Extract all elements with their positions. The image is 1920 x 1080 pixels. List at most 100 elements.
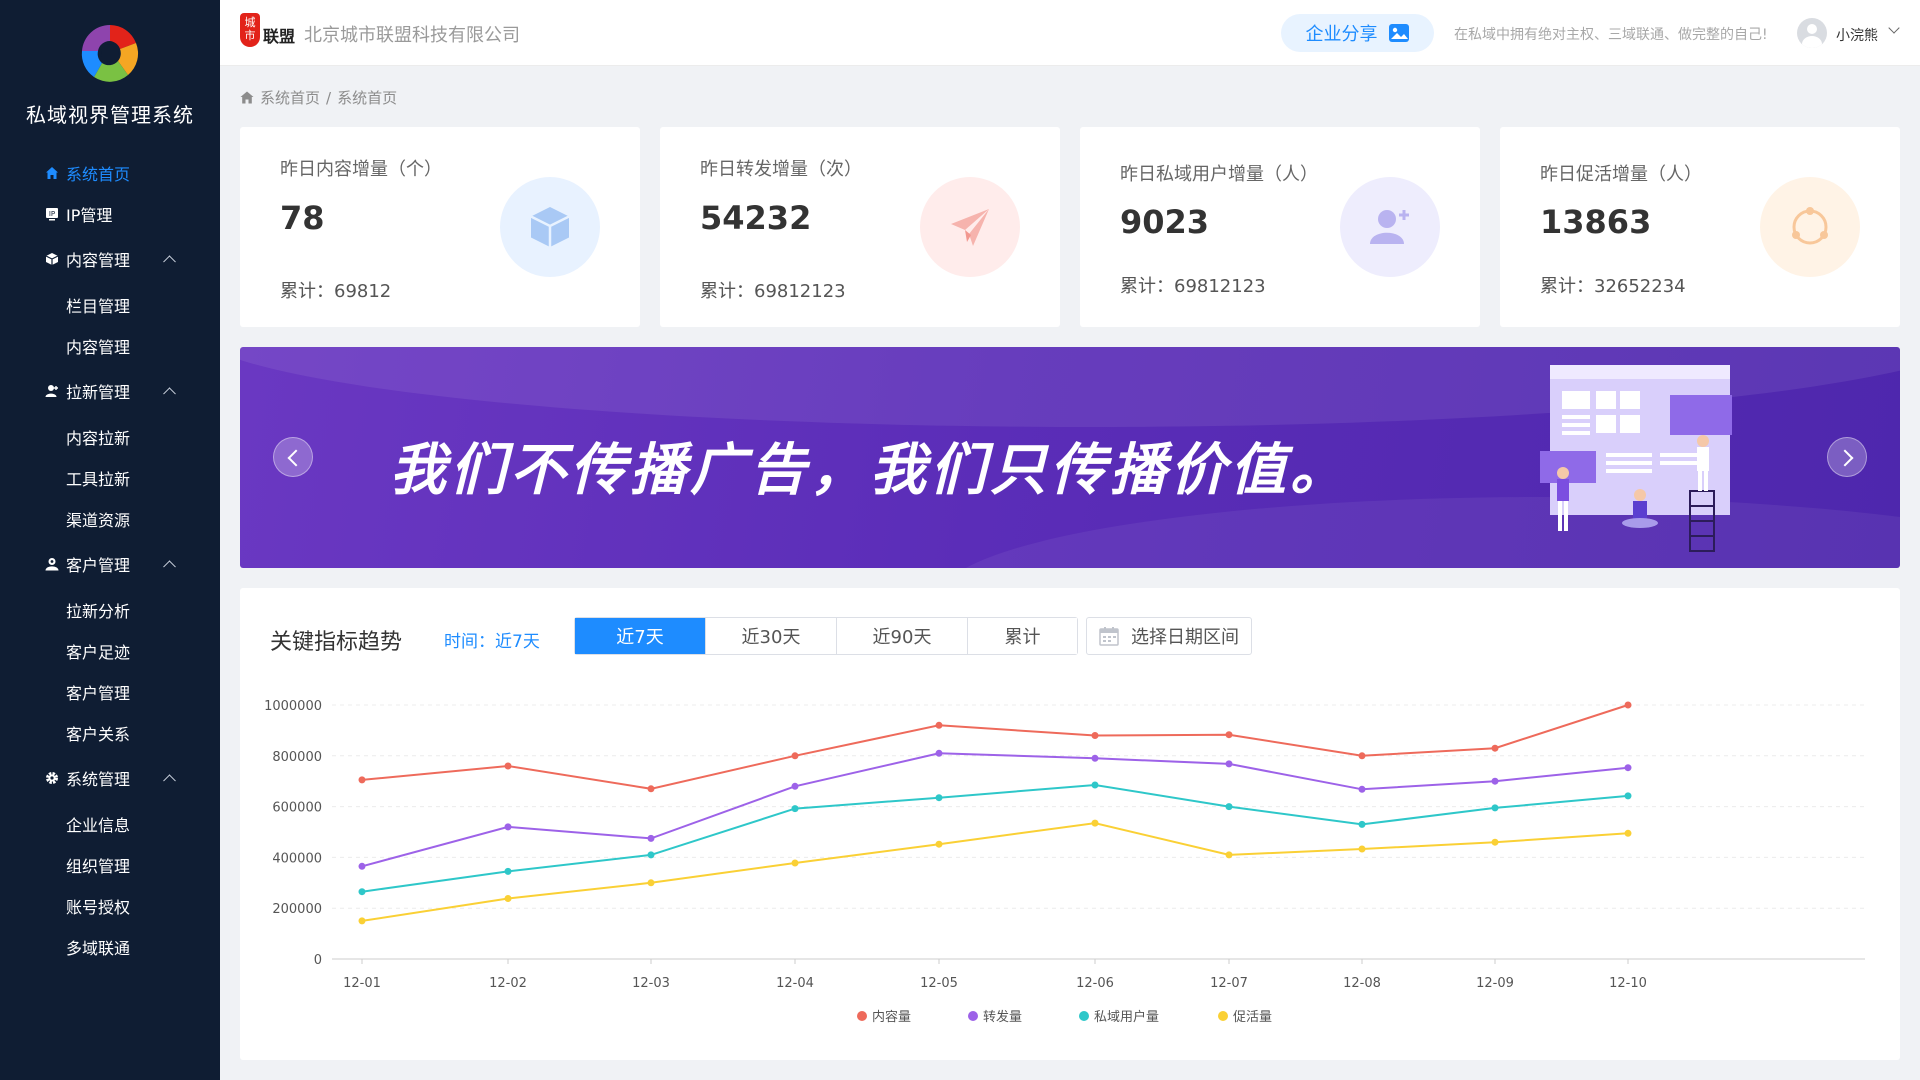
breadcrumb-home[interactable]: 系统首页 — [260, 87, 320, 108]
range-option-30d[interactable]: 近30天 — [706, 618, 837, 654]
trend-title: 关键指标趋势 — [270, 630, 403, 655]
data-point — [1624, 792, 1632, 800]
sidebar-item-column-mgmt[interactable]: 栏目管理 — [0, 284, 220, 325]
x-tick-label: 12-04 — [776, 976, 814, 991]
data-point — [1358, 845, 1366, 853]
share-button[interactable]: 企业分享 — [1281, 14, 1434, 52]
series-line — [361, 783, 1629, 893]
calendar-icon — [1099, 627, 1119, 646]
logo-area: 私域视界管理系统 — [0, 0, 220, 150]
sidebar-item-label: 拉新分析 — [66, 601, 131, 621]
data-point — [1091, 754, 1099, 762]
data-point — [935, 840, 943, 848]
sidebar-group-acquisition[interactable]: 拉新管理 — [0, 366, 220, 416]
legend-label: 转发量 — [983, 1009, 1022, 1025]
sidebar-item-ip[interactable]: IP IP管理 — [0, 193, 220, 234]
sidebar-item-label: IP管理 — [66, 205, 113, 225]
data-point — [647, 834, 655, 842]
date-range-picker[interactable]: 选择日期区间 — [1086, 617, 1252, 655]
legend-label: 促活量 — [1233, 1010, 1272, 1025]
trend-panel: 关键指标趋势 时间：近7天 近7天 近30天 近90天 累计 选择日期区间 0 2… — [240, 588, 1900, 1060]
card-total: 累计：32652234 — [1540, 276, 1686, 297]
data-point — [935, 794, 943, 802]
data-point — [1225, 851, 1233, 859]
sidebar-item-accounts[interactable]: 账号授权 — [0, 885, 220, 926]
x-tick-label: 12-09 — [1476, 976, 1514, 991]
data-point — [647, 785, 655, 793]
sidebar-item-multi-domain[interactable]: 多域联通 — [0, 926, 220, 967]
sidebar-item-home[interactable]: 系统首页 — [0, 152, 220, 193]
y-tick-label: 600000 — [272, 801, 322, 816]
sidebar-item-channel[interactable]: 渠道资源 — [0, 498, 220, 539]
sidebar-item-label: 栏目管理 — [66, 296, 131, 316]
sidebar-item-company-info[interactable]: 企业信息 — [0, 803, 220, 844]
sidebar-item-label: 多域联通 — [66, 938, 131, 958]
range-option-90d[interactable]: 近90天 — [837, 618, 968, 654]
data-point — [1358, 752, 1366, 760]
time-range-label: 时间：近7天 — [444, 632, 540, 652]
data-point — [1225, 731, 1233, 739]
sidebar-item-label: 系统管理 — [66, 770, 131, 789]
banner-illustration — [1540, 365, 1732, 552]
card-title: 昨日私域用户增量（人） — [1120, 164, 1318, 185]
data-point — [1491, 804, 1499, 812]
card-total: 累计：69812 — [280, 281, 392, 302]
sidebar-item-org[interactable]: 组织管理 — [0, 844, 220, 885]
data-point — [791, 859, 799, 867]
banner-slogan: 我们不传播广告，我们只传播价值。 — [390, 438, 1350, 503]
range-option-7d[interactable]: 近7天 — [575, 618, 706, 654]
sidebar-item-footprint[interactable]: 客户足迹 — [0, 630, 220, 671]
username[interactable]: 小浣熊 — [1836, 25, 1878, 45]
breadcrumb: 系统首页 / 系统首页 — [240, 87, 397, 108]
avatar[interactable] — [1797, 18, 1827, 48]
series-line — [361, 822, 1629, 922]
stat-card-users: 昨日私域用户增量（人） 9023 累计：69812123 — [1080, 127, 1480, 327]
sidebar-item-customer-mgmt[interactable]: 客户管理 — [0, 671, 220, 712]
card-total: 累计：69812123 — [1120, 276, 1266, 297]
legend-label: 私域用户量 — [1094, 1009, 1159, 1025]
chevron-up-icon — [163, 560, 176, 574]
x-tick-label: 12-03 — [632, 976, 670, 991]
sidebar-group-content[interactable]: 内容管理 — [0, 234, 220, 284]
sidebar-item-acq-analysis[interactable]: 拉新分析 — [0, 589, 220, 630]
sidebar-item-content-mgmt[interactable]: 内容管理 — [0, 325, 220, 366]
data-point — [1358, 820, 1366, 828]
sidebar-item-content-acq[interactable]: 内容拉新 — [0, 416, 220, 457]
sidebar-item-label: 客户足迹 — [66, 642, 131, 662]
data-point — [358, 917, 366, 925]
promo-banner: 我们不传播广告，我们只传播价值。 — [240, 347, 1900, 568]
range-selector: 近7天 近30天 近90天 累计 — [574, 617, 1078, 655]
chevron-down-icon[interactable] — [1888, 22, 1900, 34]
sidebar-group-system[interactable]: 系统管理 — [0, 753, 220, 803]
sidebar-item-label: 拉新管理 — [66, 383, 131, 402]
data-point — [791, 805, 799, 813]
breadcrumb-current: 系统首页 — [337, 89, 398, 107]
sidebar-item-label: 渠道资源 — [66, 510, 131, 530]
image-icon — [1388, 24, 1409, 42]
data-point — [1491, 838, 1499, 846]
sidebar-item-tool-acq[interactable]: 工具拉新 — [0, 457, 220, 498]
data-point — [1091, 732, 1099, 739]
card-title: 昨日转发增量（次） — [700, 159, 862, 180]
x-tick-label: 12-07 — [1210, 976, 1248, 991]
customer-icon — [44, 556, 60, 572]
stat-card-content: 昨日内容增量（个） 78 累计：69812 — [240, 127, 640, 327]
legend-marker — [1079, 1011, 1089, 1021]
sidebar-group-customer[interactable]: 客户管理 — [0, 539, 220, 589]
sidebar-item-label: 客户管理 — [66, 556, 131, 575]
data-point — [504, 867, 512, 875]
y-tick-label: 1000000 — [264, 699, 322, 714]
data-point — [791, 752, 799, 760]
range-option-total[interactable]: 累计 — [968, 618, 1077, 654]
data-point — [1491, 744, 1499, 752]
chevron-up-icon — [163, 255, 176, 269]
x-tick-label: 12-08 — [1343, 976, 1381, 991]
series-line — [361, 752, 1629, 868]
sidebar: 私域视界管理系统 系统首页 IP IP管理 内容管理 栏目管理 内容管理 拉新管… — [0, 0, 220, 1080]
x-tick-label: 12-01 — [343, 976, 381, 991]
sidebar-item-relations[interactable]: 客户关系 — [0, 712, 220, 753]
banner-next-button[interactable] — [1827, 437, 1867, 477]
data-point — [504, 895, 512, 902]
sidebar-item-label: 系统首页 — [66, 164, 131, 184]
banner-prev-button[interactable] — [273, 437, 313, 477]
